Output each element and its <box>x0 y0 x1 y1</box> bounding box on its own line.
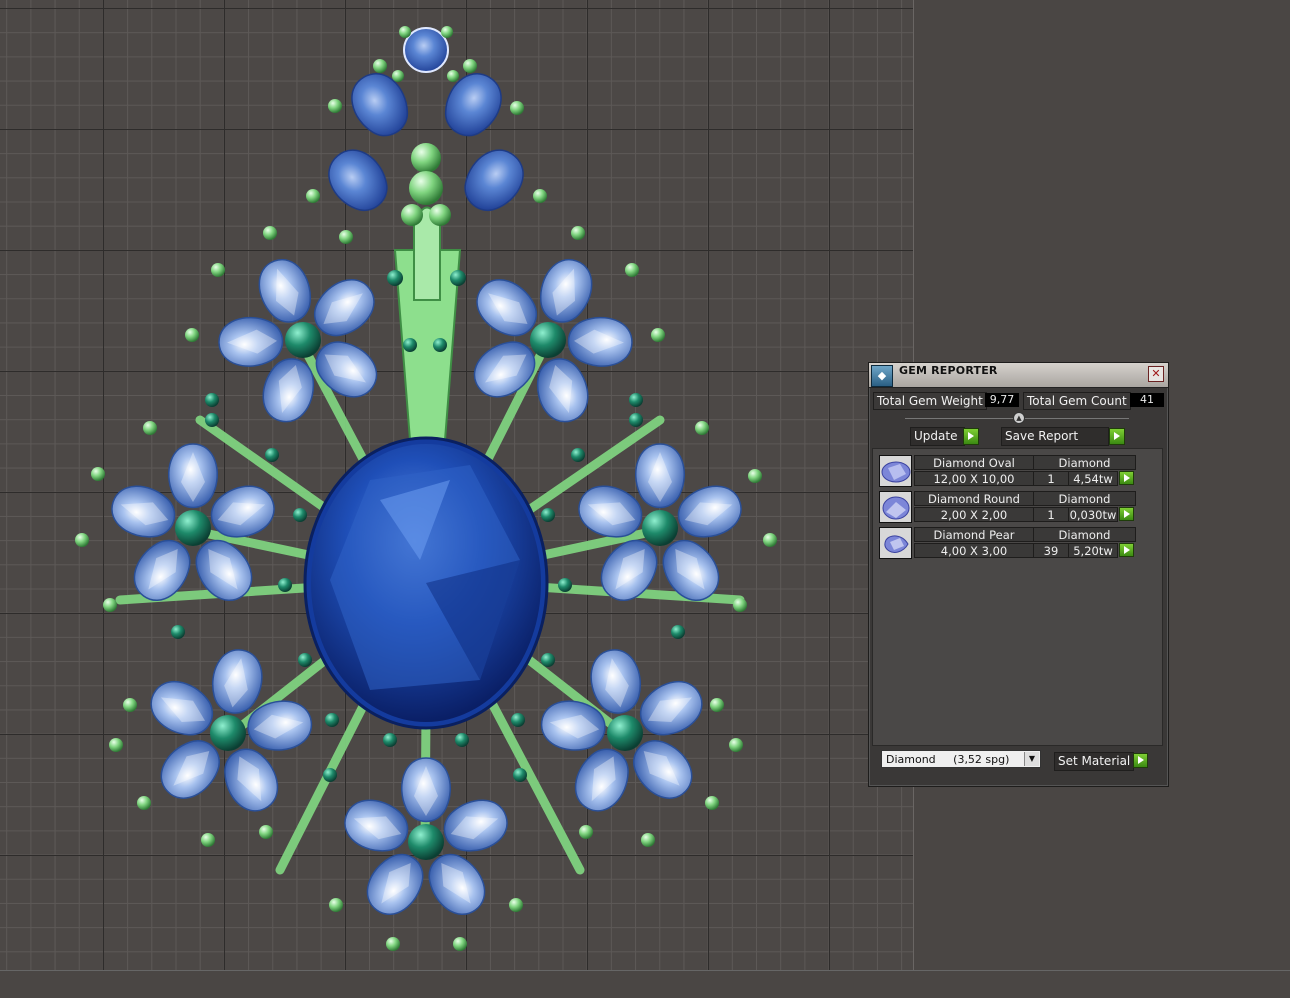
gem-material: Diamond <box>1033 491 1136 506</box>
gem-material: Diamond <box>1033 527 1136 542</box>
panel-slider-knob[interactable]: ▲ <box>1013 412 1025 424</box>
update-button[interactable]: Update <box>910 427 965 446</box>
gem-row-oval[interactable]: Diamond Oval Diamond 12,00 X 10,00 1 4,5… <box>879 455 1139 489</box>
save-report-go-icon[interactable] <box>1109 428 1125 445</box>
set-material-button[interactable]: Set Material <box>1054 752 1135 771</box>
gem-name: Diamond Round <box>914 491 1034 506</box>
gem-size: 4,00 X 3,00 <box>914 543 1034 558</box>
chevron-down-icon[interactable]: ▼ <box>1024 752 1039 766</box>
update-go-icon[interactable] <box>963 428 979 445</box>
gem-reporter-icon: ◆ <box>871 365 893 387</box>
gem-weight: 0,030tw <box>1068 507 1118 522</box>
round-gem-icon <box>879 491 912 523</box>
oval-gem-icon <box>879 455 912 487</box>
gem-go-icon[interactable] <box>1119 471 1134 485</box>
material-select[interactable]: Diamond (3,52 spg) ▼ <box>881 750 1041 768</box>
close-icon[interactable]: ✕ <box>1148 366 1164 382</box>
gem-count: 39 <box>1033 543 1069 558</box>
gem-go-icon[interactable] <box>1119 507 1134 521</box>
material-select-value: Diamond (3,52 spg) <box>886 753 1010 766</box>
panel-title: GEM REPORTER <box>899 364 998 377</box>
gem-reporter-panel: ◆ GEM REPORTER ✕ Total Gem Weight 9,77 T… <box>868 362 1169 787</box>
gem-name: Diamond Pear <box>914 527 1034 542</box>
status-strip <box>0 970 1290 998</box>
set-material-go-icon[interactable] <box>1133 753 1148 768</box>
gem-size: 2,00 X 2,00 <box>914 507 1034 522</box>
gem-size: 12,00 X 10,00 <box>914 471 1034 486</box>
gem-row-pear[interactable]: Diamond Pear Diamond 4,00 X 3,00 39 5,20… <box>879 527 1139 561</box>
3d-viewport[interactable] <box>0 0 914 970</box>
panel-titlebar[interactable]: ◆ GEM REPORTER ✕ <box>869 363 1168 388</box>
gem-weight: 4,54tw <box>1068 471 1118 486</box>
gem-weight: 5,20tw <box>1068 543 1118 558</box>
total-gem-weight-label: Total Gem Weight <box>873 392 987 410</box>
gem-count: 1 <box>1033 471 1069 486</box>
gem-name: Diamond Oval <box>914 455 1034 470</box>
gem-go-icon[interactable] <box>1119 543 1134 557</box>
total-gem-weight-value: 9,77 <box>985 393 1019 407</box>
gem-row-round[interactable]: Diamond Round Diamond 2,00 X 2,00 1 0,03… <box>879 491 1139 525</box>
pear-gem-icon <box>879 527 912 559</box>
total-gem-count-label: Total Gem Count <box>1023 392 1131 410</box>
pendant-model[interactable] <box>0 0 913 970</box>
save-report-button[interactable]: Save Report <box>1001 427 1109 446</box>
gem-list[interactable]: Diamond Oval Diamond 12,00 X 10,00 1 4,5… <box>872 448 1163 746</box>
total-gem-count-value: 41 <box>1130 393 1164 407</box>
gem-material: Diamond <box>1033 455 1136 470</box>
gem-count: 1 <box>1033 507 1069 522</box>
